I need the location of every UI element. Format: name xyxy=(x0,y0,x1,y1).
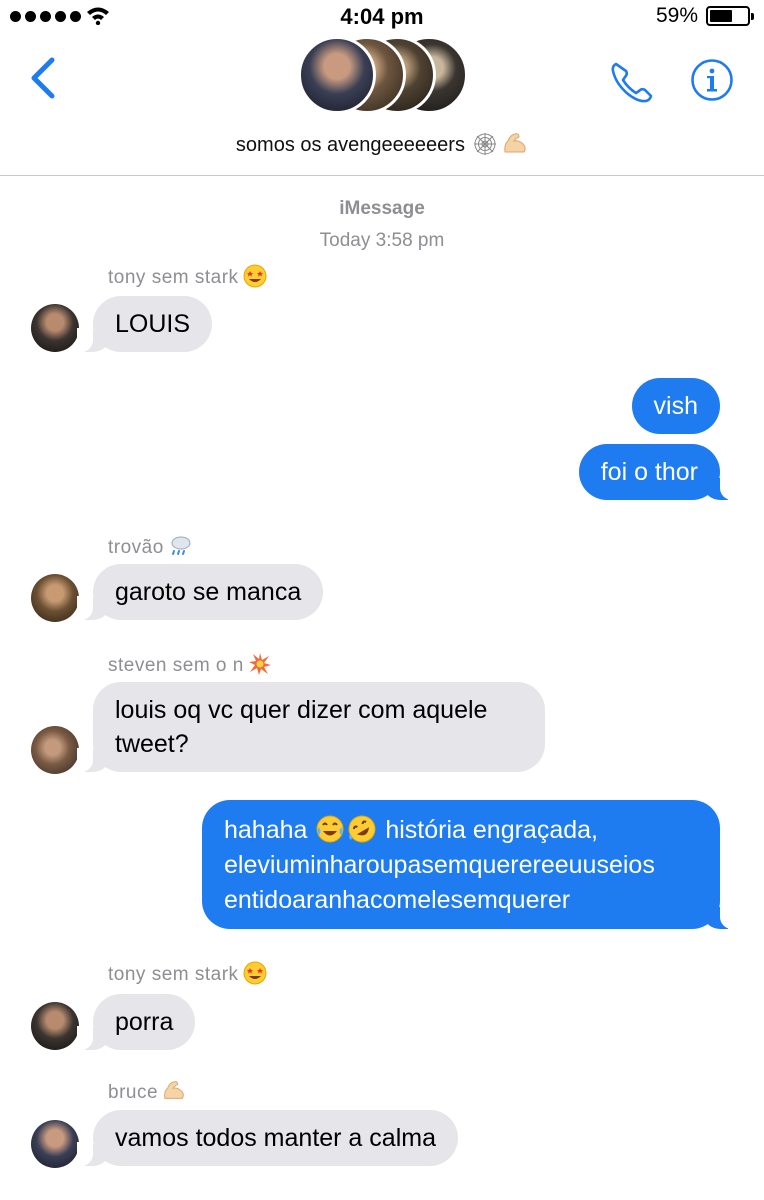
message-bubble-outgoing[interactable]: hahaha história engraçada, eleviuminharo… xyxy=(202,800,736,929)
sender-name: trovão xyxy=(108,534,192,559)
info-icon[interactable] xyxy=(690,58,734,102)
group-avatars[interactable] xyxy=(298,34,468,118)
message-bubble-incoming[interactable]: garoto se manca xyxy=(76,564,324,620)
message-bubble-incoming[interactable]: porra xyxy=(76,994,196,1050)
message-bubble-incoming[interactable]: vamos todos manter a calma xyxy=(77,1110,458,1166)
sender-name: tony sem stark xyxy=(108,264,267,289)
spider-web-emoji-icon xyxy=(473,133,496,155)
star-struck-emoji-icon xyxy=(243,264,267,288)
status-bar: 4:04 pm 59% xyxy=(0,0,764,34)
tears-of-joy-emoji-icon xyxy=(316,815,344,843)
sender-name: bruce xyxy=(108,1079,186,1104)
avatar[interactable] xyxy=(31,574,79,622)
avatar[interactable] xyxy=(31,726,79,774)
sender-name: steven sem o n xyxy=(108,652,272,677)
battery-percentage: 59% xyxy=(655,4,698,27)
collision-emoji-icon xyxy=(248,653,271,675)
phone-icon[interactable] xyxy=(606,56,658,108)
timestamp: Today 3:58 pm xyxy=(319,230,445,251)
cloud-with-rain-emoji-icon xyxy=(171,536,191,555)
conversation-header: somos os avengeeeeeers xyxy=(0,34,764,176)
avatar[interactable] xyxy=(31,1002,79,1050)
sender-name: tony sem stark xyxy=(108,961,267,986)
avatar[interactable] xyxy=(31,1120,79,1168)
message-bubble-incoming[interactable]: louis oq vc quer dizer com aquele tweet? xyxy=(77,682,545,772)
battery-icon xyxy=(706,6,754,26)
message-bubble-outgoing[interactable]: foi o thor xyxy=(578,444,737,500)
message-bubble-incoming[interactable]: LOUIS xyxy=(76,296,213,352)
rolling-on-floor-laughing-emoji-icon xyxy=(348,815,376,843)
avatar[interactable] xyxy=(31,304,79,352)
flexed-biceps-emoji-icon xyxy=(504,133,526,153)
avatar xyxy=(298,36,376,114)
group-title[interactable]: somos os avengeeeeeers xyxy=(0,132,764,157)
message-bubble-outgoing[interactable]: vish xyxy=(631,378,720,434)
star-struck-emoji-icon xyxy=(243,961,267,985)
status-time: 4:04 pm xyxy=(340,4,424,29)
back-chevron-icon[interactable] xyxy=(24,54,64,102)
service-label: iMessage xyxy=(339,198,425,219)
flexed-biceps-emoji-icon xyxy=(164,1081,184,1099)
